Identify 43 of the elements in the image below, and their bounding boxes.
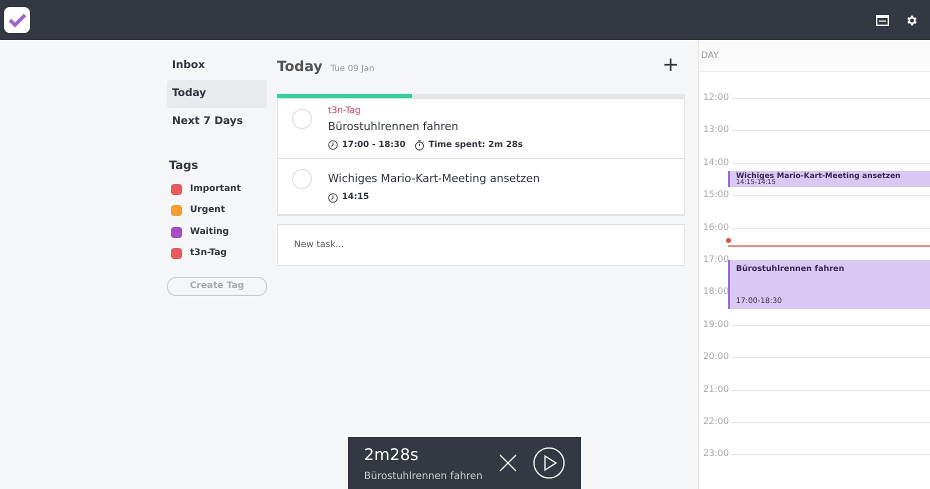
- task-checkbox[interactable]: [292, 109, 312, 129]
- nav-item[interactable]: Next 7 Days: [167, 108, 267, 136]
- app-logo: [4, 7, 30, 33]
- nav-item[interactable]: Today: [167, 80, 267, 108]
- tag-label[interactable]: Important: [190, 182, 241, 196]
- hour-label: 21:00: [702, 384, 729, 397]
- add-button[interactable]: +: [662, 54, 679, 74]
- tag-label[interactable]: Urgent: [190, 204, 226, 218]
- hour-label: 16:00: [702, 222, 729, 235]
- hour-label: 14:00: [702, 156, 729, 170]
- hour-label: 15:00: [702, 189, 729, 202]
- settings-icon[interactable]: [905, 14, 918, 26]
- clock-icon: [328, 140, 338, 150]
- tag-label[interactable]: t3n-Tag: [190, 247, 227, 260]
- date-label: Tue 09 Jan: [330, 63, 374, 76]
- task-title: Bürostuhlrennen fahren: [328, 118, 460, 134]
- task-tag: t3n-Tag: [328, 105, 523, 118]
- hour-label: 18:00: [702, 286, 729, 300]
- tags-heading: Tags: [169, 157, 200, 174]
- hour-label: 17:00: [702, 254, 729, 267]
- hour-label: 23:00: [702, 448, 729, 462]
- hour-label: 20:00: [702, 351, 729, 364]
- task-time: 17:00 - 18:30: [342, 139, 406, 152]
- hour-label: 22:00: [702, 416, 729, 429]
- play-icon[interactable]: [533, 447, 565, 479]
- hour-label: 13:00: [702, 124, 729, 138]
- clock-icon: [328, 192, 338, 203]
- page-title: Today: [277, 58, 322, 77]
- hour-label: 12:00: [702, 92, 729, 105]
- task-time: 14:15: [342, 191, 370, 204]
- close-icon[interactable]: [499, 454, 517, 472]
- new-task-field[interactable]: New task...: [277, 224, 685, 266]
- time-spent: Time spent: 2m 28s: [428, 139, 523, 152]
- timer-elapsed: 2m28s: [364, 444, 420, 466]
- task-checkbox[interactable]: [292, 168, 312, 189]
- timer-task: Bürostuhlrennen fahren: [364, 470, 483, 484]
- tag-label[interactable]: Waiting: [190, 226, 230, 239]
- calendar-header: DAY: [699, 40, 930, 72]
- stopwatch-icon: [414, 140, 425, 151]
- nav-item[interactable]: Inbox: [167, 52, 267, 80]
- calendar-icon[interactable]: [876, 14, 889, 26]
- task-title: Wichiges Mario-Kart-Meeting ansetzen: [328, 170, 540, 187]
- hour-label: 19:00: [702, 318, 729, 332]
